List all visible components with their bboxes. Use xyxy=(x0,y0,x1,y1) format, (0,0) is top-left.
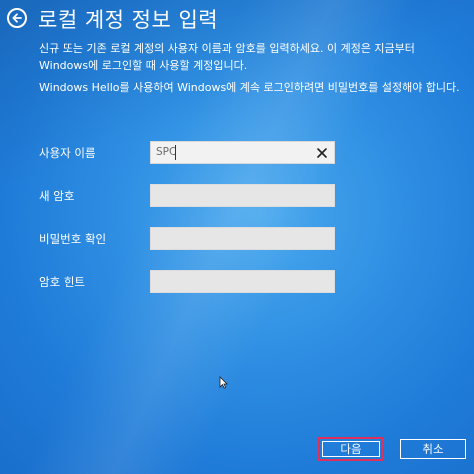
next-button[interactable]: 다음 xyxy=(318,437,384,461)
confirm-password-label: 비밀번호 확인 xyxy=(39,232,107,246)
page-title: 로컬 계정 정보 입력 xyxy=(38,8,219,32)
new-password-input[interactable] xyxy=(150,184,335,207)
username-label: 사용자 이름 xyxy=(39,146,96,160)
password-hint-row: 암호 힌트 xyxy=(39,270,339,294)
arrow-left-icon xyxy=(12,13,22,23)
username-row: 사용자 이름 SPC xyxy=(39,141,339,165)
back-button[interactable] xyxy=(7,8,27,28)
mouse-pointer-icon xyxy=(219,376,228,389)
confirm-password-input[interactable] xyxy=(150,227,335,250)
next-button-label: 다음 xyxy=(322,441,380,457)
password-hint-label: 암호 힌트 xyxy=(39,275,85,289)
text-caret xyxy=(175,145,176,160)
windows-hello-note: Windows Hello를 사용하여 Windows에 계속 로그인하려면 비… xyxy=(39,81,460,94)
confirm-password-row: 비밀번호 확인 xyxy=(39,227,339,251)
cancel-button[interactable]: 취소 xyxy=(400,439,466,459)
password-hint-input[interactable] xyxy=(150,270,335,293)
instruction-text: 신규 또는 기존 로컬 계정의 사용자 이름과 암호를 입력하세요. 이 계정은… xyxy=(39,42,415,72)
username-input[interactable]: SPC xyxy=(150,141,335,164)
new-password-row: 새 암호 xyxy=(39,184,339,208)
new-password-label: 새 암호 xyxy=(39,189,75,203)
username-value: SPC xyxy=(156,146,177,158)
clear-icon[interactable] xyxy=(315,146,329,160)
